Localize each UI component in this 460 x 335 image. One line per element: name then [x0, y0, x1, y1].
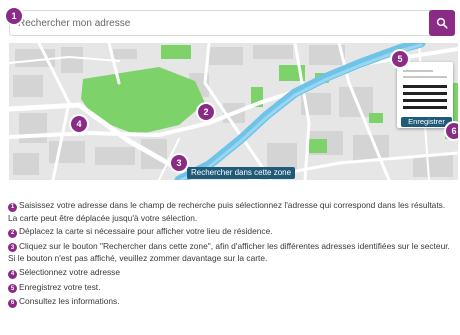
map-view[interactable]: Rechercher dans cette zone Enregistrer 2… [9, 43, 458, 180]
search-icon [436, 17, 448, 29]
popup-placeholder-line [403, 70, 433, 72]
map-canvas [9, 43, 458, 180]
instruction-step-4: 4 Sélectionnez votre adresse [8, 266, 454, 279]
instruction-step-3: 3 Cliquez sur le bouton "Rechercher dans … [8, 240, 454, 265]
step-badge-3: 3 [171, 155, 187, 171]
popup-text-line [403, 92, 447, 95]
instruction-step-2: 2 Déplacez la carte si nécessaire pour af… [8, 225, 454, 238]
search-button[interactable] [429, 10, 455, 36]
step-number: 2 [8, 228, 17, 238]
address-search-input[interactable] [18, 14, 428, 32]
popup-text-line [403, 85, 447, 88]
step-number: 6 [8, 298, 17, 308]
address-search-bar [9, 10, 455, 36]
step-badge-4: 4 [71, 116, 87, 132]
step-number: 3 [8, 243, 17, 252]
popup-text-line [403, 99, 447, 102]
step-badge-2: 2 [198, 104, 214, 120]
save-button[interactable]: Enregistrer [401, 117, 452, 127]
step-badge-1: 1 [6, 8, 22, 24]
step-text: Déplacez la carte si nécessaire pour aff… [19, 226, 273, 236]
instruction-step-1: 1 Saisissez votre adresse dans le champ d… [8, 199, 454, 223]
instructions-list: 1 Saisissez votre adresse dans le champ d… [8, 199, 454, 308]
step-badge-5: 5 [392, 51, 408, 67]
step-text: Saisissez votre adresse dans le champ de… [8, 200, 446, 223]
instruction-step-5: 5 Enregistrez votre test. [8, 281, 454, 293]
popup-placeholder-line [403, 76, 447, 78]
step-number: 5 [8, 284, 17, 293]
step-number: 4 [8, 269, 17, 279]
step-number: 1 [8, 202, 17, 212]
step-text: Sélectionnez votre adresse [19, 267, 121, 277]
instruction-step-6: 6 Consultez les informations. [8, 295, 454, 308]
step-text: Cliquez sur le bouton "Rechercher dans c… [8, 240, 450, 264]
popup-text-line [403, 106, 447, 109]
step-text: Enregistrez votre test. [19, 281, 101, 292]
search-this-zone-button[interactable]: Rechercher dans cette zone [187, 167, 296, 179]
step-badge-6: 6 [446, 123, 458, 139]
step-text: Consultez les informations. [19, 296, 120, 306]
